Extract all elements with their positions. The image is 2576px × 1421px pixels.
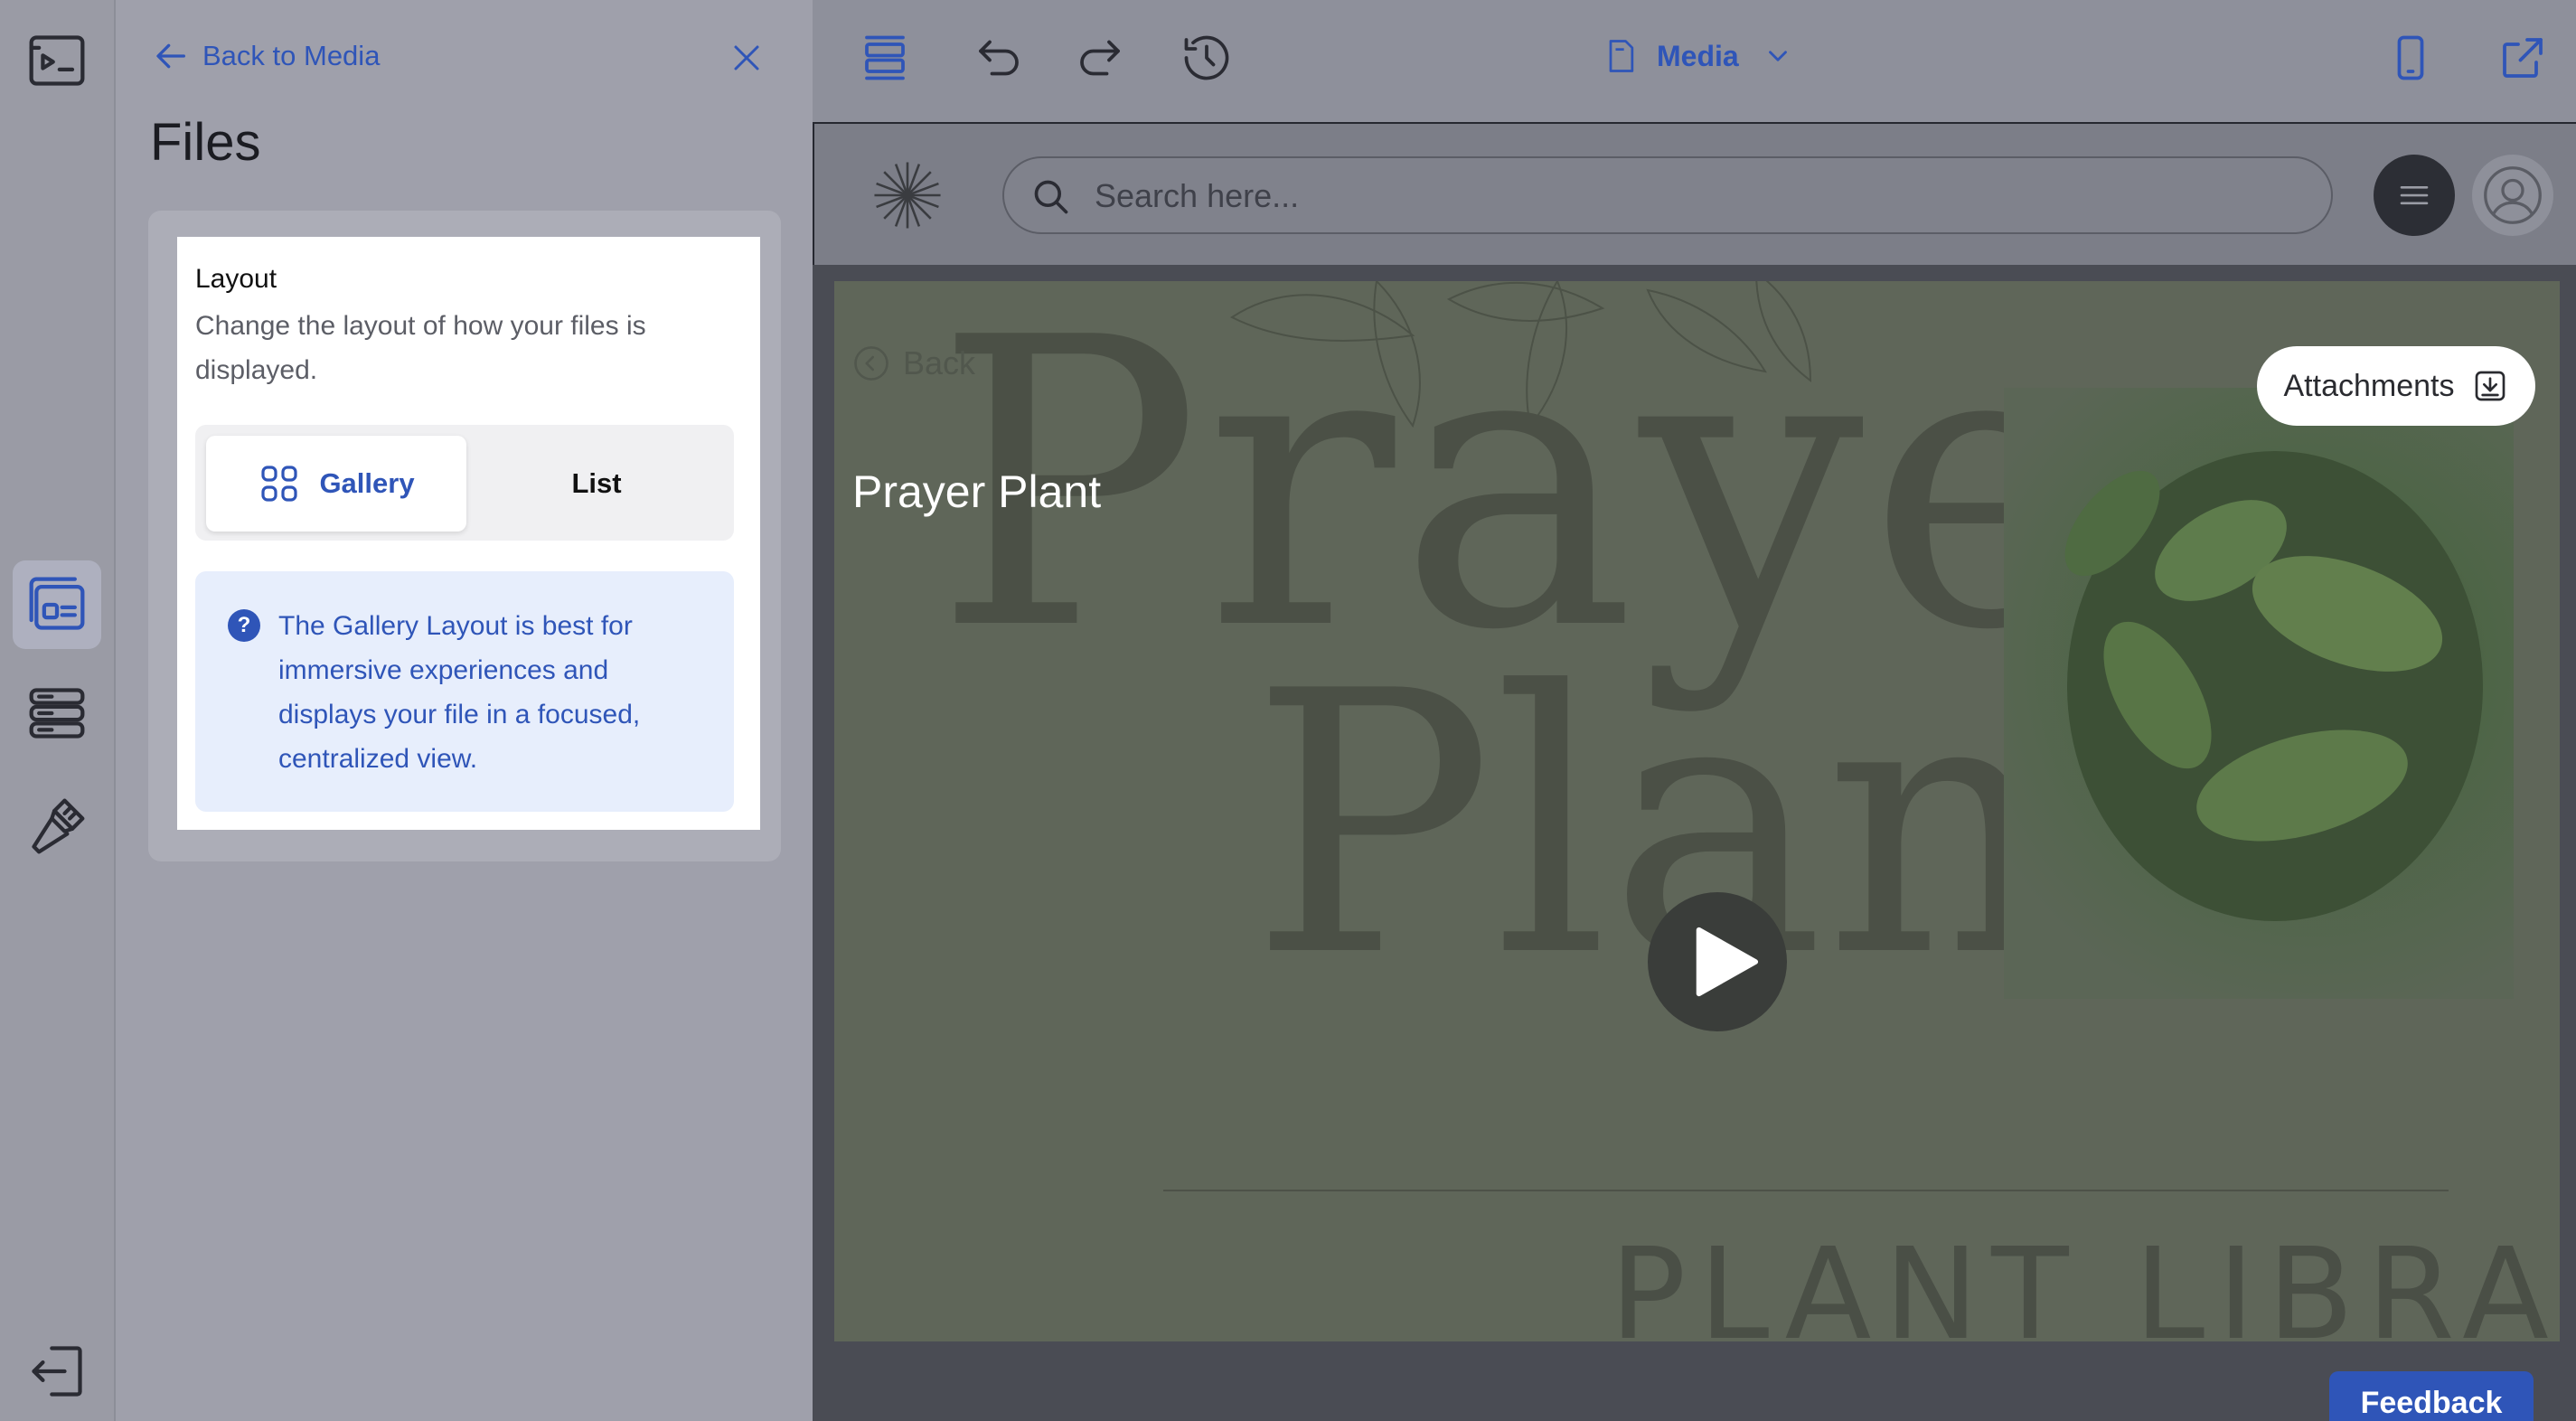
menu-button[interactable] bbox=[2374, 155, 2455, 236]
gallery-option-label: Gallery bbox=[319, 467, 415, 499]
play-icon bbox=[1696, 927, 1759, 997]
feedback-button[interactable]: Feedback bbox=[2329, 1371, 2534, 1421]
question-icon: ? bbox=[228, 609, 260, 642]
preview-icon bbox=[29, 35, 85, 86]
page-selector[interactable]: Media bbox=[1601, 36, 1793, 76]
exit-icon bbox=[32, 1346, 82, 1397]
background-library-text: PLANT LIBRARY bbox=[1610, 1221, 2560, 1341]
play-button[interactable] bbox=[1648, 892, 1787, 1031]
chevron-down-icon bbox=[1768, 51, 1787, 61]
layout-description: Change the layout of how your files is d… bbox=[195, 311, 646, 385]
editor-toolbar: Media bbox=[813, 0, 2576, 124]
info-text: The Gallery Layout is best for immersive… bbox=[278, 611, 641, 774]
search-input[interactable] bbox=[1095, 171, 2306, 221]
divider-line bbox=[1163, 1190, 2449, 1191]
user-icon bbox=[2484, 166, 2542, 224]
avatar[interactable] bbox=[2472, 155, 2553, 236]
history-icon[interactable] bbox=[1180, 31, 1234, 85]
back-to-media-link[interactable]: Back to Media bbox=[154, 38, 380, 74]
list-layout-button[interactable] bbox=[13, 669, 101, 758]
design-brush-icon bbox=[32, 798, 85, 854]
gallery-layout-icon bbox=[29, 577, 85, 630]
left-rail bbox=[0, 0, 116, 1421]
media-stage: Prayer Plant PLANT LIBRARY Back Prayer P… bbox=[834, 281, 2560, 1341]
panel-title: Files bbox=[150, 113, 261, 172]
sections-icon[interactable] bbox=[858, 31, 912, 85]
preview-button[interactable] bbox=[13, 16, 101, 105]
flower-logo-icon bbox=[874, 162, 941, 229]
attachments-button[interactable]: Attachments bbox=[2257, 346, 2535, 426]
exit-button[interactable] bbox=[13, 1327, 101, 1416]
layout-label: Layout bbox=[195, 264, 277, 294]
page-icon bbox=[1609, 40, 1634, 72]
chevron-left-circle-icon bbox=[854, 346, 888, 381]
design-button[interactable] bbox=[13, 782, 101, 870]
plant-leaves-icon bbox=[2064, 451, 2483, 921]
list-layout-icon bbox=[29, 688, 85, 739]
grid-icon bbox=[261, 466, 298, 502]
site-search bbox=[1002, 156, 2333, 234]
search-icon bbox=[1034, 180, 1068, 214]
gallery-layout-button[interactable] bbox=[13, 560, 101, 649]
back-to-media-label: Back to Media bbox=[202, 40, 381, 71]
layout-toggle: Gallery List bbox=[195, 425, 734, 541]
plant-photo bbox=[2004, 388, 2514, 999]
info-box: ? The Gallery Layout is best for immersi… bbox=[195, 571, 734, 812]
download-tray-icon bbox=[2476, 371, 2505, 401]
close-icon[interactable] bbox=[730, 42, 763, 74]
site-preview: Prayer Plant PLANT LIBRARY Back Prayer P… bbox=[813, 124, 2576, 1421]
preview-back-label: Back bbox=[903, 344, 976, 381]
list-option-label: List bbox=[571, 467, 622, 499]
layout-card: Layout Change the layout of how your fil… bbox=[177, 237, 760, 830]
mobile-icon[interactable] bbox=[2383, 31, 2438, 85]
site-header bbox=[813, 124, 2576, 265]
list-option[interactable]: List bbox=[466, 436, 727, 532]
undo-icon[interactable] bbox=[972, 31, 1026, 85]
preview-back-link[interactable]: Back bbox=[852, 344, 975, 382]
hamburger-icon bbox=[2400, 185, 2429, 205]
attachments-label: Attachments bbox=[2283, 368, 2455, 403]
files-settings-panel: Back to Media Files Layout Change the la… bbox=[116, 0, 813, 1421]
redo-icon[interactable] bbox=[1073, 31, 1127, 85]
gallery-option[interactable]: Gallery bbox=[206, 436, 466, 532]
page-selector-label: Media bbox=[1657, 39, 1739, 72]
item-title: Prayer Plant bbox=[852, 466, 1102, 517]
arrow-left-icon bbox=[156, 43, 185, 69]
external-link-icon[interactable] bbox=[2496, 31, 2550, 85]
